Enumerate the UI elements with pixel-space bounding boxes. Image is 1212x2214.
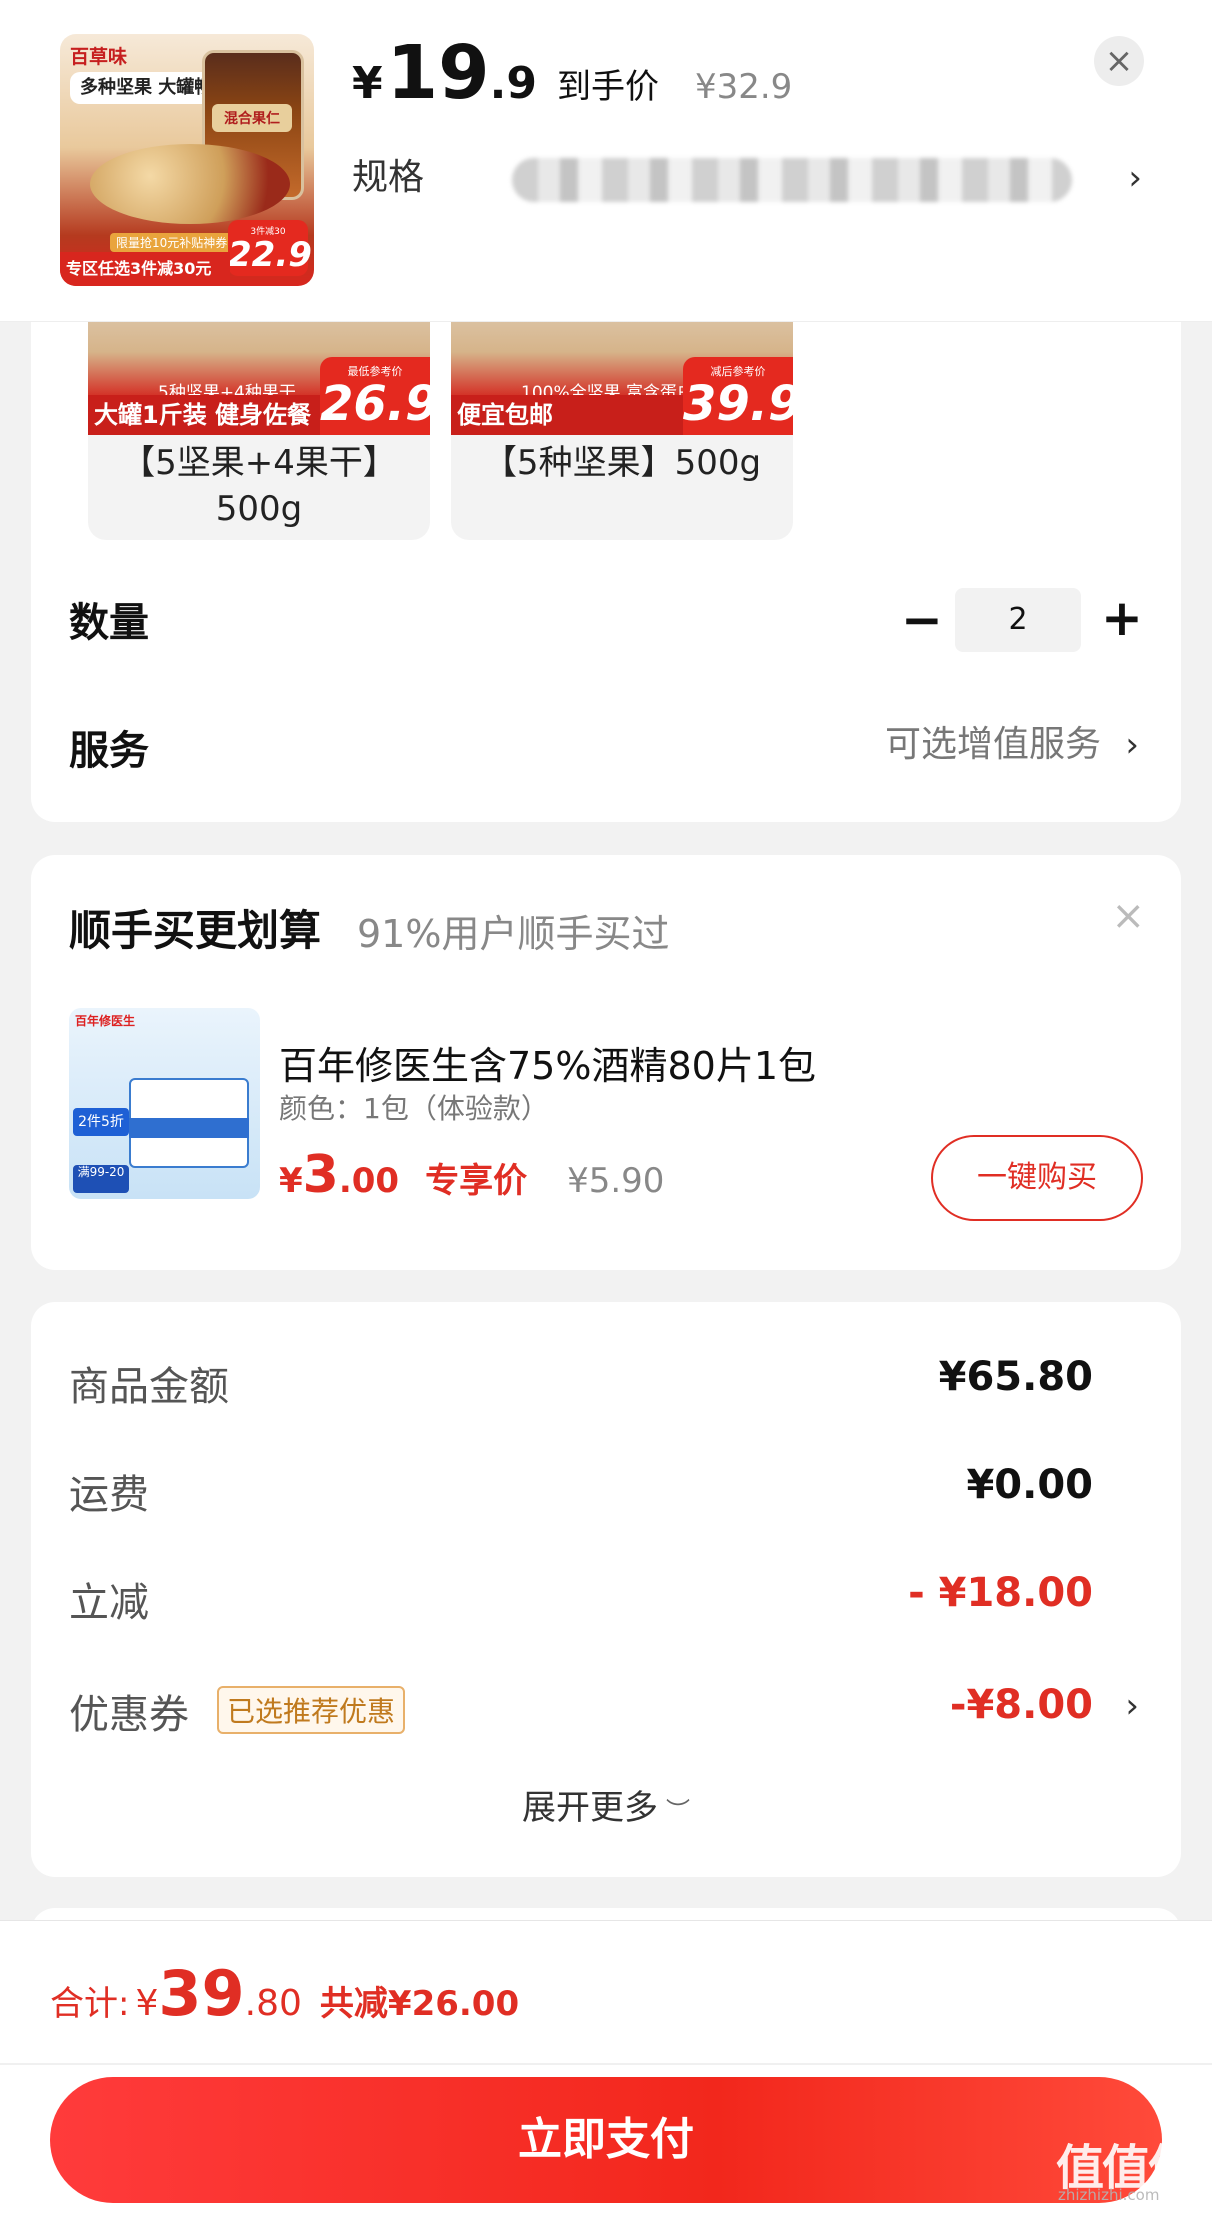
thumb-jar-label: 混合果仁 — [212, 104, 292, 132]
addon-product-name[interactable]: 百年修医生含75%酒精80片1包 — [279, 1035, 816, 1090]
plus-button[interactable]: + — [1101, 588, 1143, 648]
summary-label: 立减 — [69, 1580, 149, 1626]
total-int: 39 — [158, 1957, 245, 2030]
total-amount: 合计: ¥ 39 .80 共减¥26.00 — [50, 1957, 519, 2030]
summary-label: 优惠券 — [69, 1692, 189, 1738]
addon-product-image[interactable]: 百年修医生 2件5折 满99-20 — [69, 1008, 260, 1199]
addon-price-label: 专享价 — [425, 1161, 528, 1201]
watermark-url: zhizhizhi.com — [1058, 2186, 1160, 2204]
option-badge-big: 26.9 — [320, 376, 430, 432]
total-dec: .80 — [244, 1983, 302, 2024]
pay-now-button[interactable]: 立即支付 — [50, 2077, 1162, 2203]
addon-price-int: 3 — [302, 1145, 339, 1205]
quantity-input[interactable]: 2 — [955, 588, 1081, 652]
coupon-tag[interactable]: 已选推荐优惠 — [217, 1686, 406, 1734]
total-yen: ¥ — [135, 1983, 159, 2024]
chevron-down-icon: ︶ — [666, 1797, 690, 1825]
summary-label: 商品金额 — [69, 1364, 229, 1410]
product-header: 百草味 多种坚果 大罐畅享 混合果仁 限量抢10元补贴神券 3件减30 22.9… — [0, 0, 1212, 322]
addon-img-brand: 百年修医生 — [75, 1014, 136, 1028]
option-name: 【5坚果+4果干】500g — [121, 443, 397, 529]
option-img-line2: 便宜包邮 — [451, 395, 691, 435]
thumb-badge-big: 22.9 — [228, 235, 312, 275]
divider — [0, 2063, 1212, 2065]
addon-card: 顺手买更划算 91%用户顺手买过 × 百年修医生 2件5折 满99-20 百年修… — [31, 855, 1181, 1270]
one-click-buy-button[interactable]: 一键购买 — [931, 1135, 1143, 1221]
minus-button[interactable]: − — [901, 590, 943, 650]
addon-subtitle: 91%用户顺手买过 — [357, 912, 670, 956]
quantity-label: 数量 — [69, 600, 149, 646]
price-dec: .9 — [489, 58, 537, 109]
addon-img-tag: 2件5折 — [73, 1108, 129, 1136]
addon-title: 顺手买更划算 — [69, 906, 322, 955]
total-saved: 共减¥26.00 — [319, 1984, 520, 2024]
chevron-right-icon[interactable]: › — [1125, 1686, 1139, 1726]
product-thumbnail[interactable]: 百草味 多种坚果 大罐畅享 混合果仁 限量抢10元补贴神券 3件减30 22.9… — [60, 34, 314, 286]
original-price: ¥32.9 — [694, 67, 793, 107]
addon-img-promo: 满99-20 — [73, 1165, 129, 1193]
summary-value: ¥0.00 — [966, 1462, 1093, 1508]
option-price-badge: 最低参考价 26.9 — [320, 357, 430, 435]
addon-price-dec: .00 — [338, 1161, 400, 1201]
final-price: ¥ 19 .9 到手价 ¥32.9 — [352, 30, 793, 116]
thumb-price-badge: 3件减30 22.9 — [228, 220, 312, 276]
option-badge-big: 39.9 — [683, 376, 793, 432]
price-yen: ¥ — [352, 58, 383, 109]
expand-more-button[interactable]: 展开更多 ︶ — [31, 1780, 1181, 1829]
total-label: 合计: — [50, 1984, 130, 2024]
price-int: 19 — [386, 30, 490, 116]
close-icon[interactable]: × — [1111, 893, 1145, 939]
addon-original-price: ¥5.90 — [567, 1161, 665, 1201]
service-label: 服务 — [69, 728, 149, 774]
expand-label: 展开更多 — [522, 1788, 658, 1828]
options-card: 5种坚果+4种果干 大罐1斤装 健身佐餐 最低参考价 26.9 【5坚果+4果干… — [31, 250, 1181, 822]
summary-discount-value: - ¥18.00 — [908, 1570, 1093, 1616]
addon-price: ¥ 3 .00 专享价 ¥5.90 — [279, 1145, 664, 1205]
addon-product-spec: 颜色：1包（体验款） — [279, 1092, 549, 1125]
service-selector[interactable]: 可选增值服务 — [885, 720, 1101, 770]
thumb-bottom-banner: 专区任选3件减30元 — [60, 252, 230, 286]
option-price-badge: 减后参考价 39.9 — [683, 357, 793, 435]
thumb-bottom-top: 限量抢10元补贴神券 — [110, 233, 234, 252]
spec-selector[interactable]: 规格 › — [352, 148, 1142, 208]
close-icon[interactable]: × — [1094, 36, 1144, 86]
price-label: 到手价 — [556, 67, 659, 107]
addon-price-yen: ¥ — [279, 1161, 303, 1201]
coupon-value[interactable]: -¥8.00 — [950, 1682, 1093, 1728]
thumb-nuts — [90, 144, 290, 224]
option-name: 【5种坚果】500g — [482, 443, 762, 483]
summary-card: 商品金额 ¥65.80 运费 ¥0.00 立减 - ¥18.00 优惠券 已选推… — [31, 1302, 1181, 1877]
blurred-spec-text — [512, 158, 1072, 202]
summary-value: ¥65.80 — [938, 1354, 1093, 1400]
checkout-bar: 合计: ¥ 39 .80 共减¥26.00 立即支付 — [0, 1920, 1212, 2214]
option-img-line2: 大罐1斤装 健身佐餐 — [88, 395, 328, 435]
summary-label: 运费 — [69, 1472, 149, 1518]
thumb-brand: 百草味 — [70, 46, 128, 68]
chevron-right-icon[interactable]: › — [1125, 720, 1139, 770]
wipes-strip — [129, 1118, 249, 1138]
chevron-right-icon: › — [1128, 158, 1142, 198]
spec-label: 规格 — [352, 157, 425, 198]
